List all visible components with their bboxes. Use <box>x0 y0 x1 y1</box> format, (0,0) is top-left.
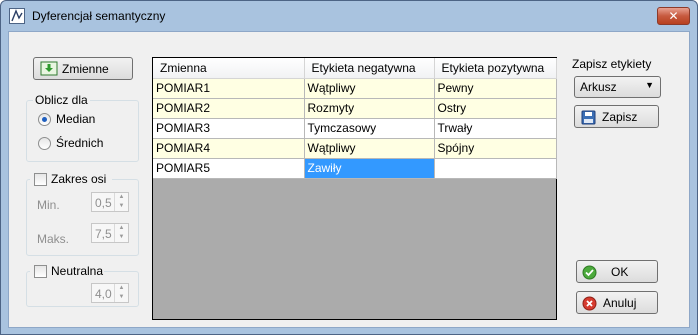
min-label: Min. <box>37 198 60 212</box>
labels-grid[interactable]: Zmienna Etykieta negatywna Etykieta pozy… <box>152 57 557 320</box>
checkmark-icon <box>582 265 597 280</box>
dialog-window: Dyferencjał semantyczny ✕ Zmienne Oblicz… <box>0 0 698 335</box>
title-bar[interactable]: Dyferencjał semantyczny ✕ <box>1 1 697 31</box>
compute-for-group: Oblicz dla <box>26 93 139 162</box>
variables-button[interactable]: Zmienne <box>33 57 133 80</box>
cell-variable[interactable]: POMIAR2 <box>153 98 305 119</box>
column-header-positive[interactable]: Etykieta pozytywna <box>434 58 557 79</box>
cell-variable[interactable]: POMIAR1 <box>153 78 305 99</box>
cancel-icon <box>582 296 597 311</box>
cell-negative-selected[interactable]: Zawiły <box>304 158 435 179</box>
neutral-spinner[interactable]: 4,0 ▲ ▼ <box>91 283 129 303</box>
neutral-value: 4,0 <box>95 287 112 301</box>
max-spinner[interactable]: 7,5 ▲ ▼ <box>91 223 129 243</box>
axis-range-checkbox[interactable] <box>34 173 47 186</box>
min-value: 0,5 <box>95 196 112 210</box>
radio-median-label: Median <box>56 112 96 126</box>
min-spinner[interactable]: 0,5 ▲ ▼ <box>91 192 129 212</box>
cell-negative[interactable]: Wątpliwy <box>304 138 435 159</box>
max-label: Maks. <box>37 232 70 246</box>
column-header-negative[interactable]: Etykieta negatywna <box>304 58 435 79</box>
cell-variable[interactable]: POMIAR5 <box>153 158 305 179</box>
max-value: 7,5 <box>95 227 112 241</box>
compute-for-caption: Oblicz dla <box>33 93 90 107</box>
cell-positive[interactable]: Ostry <box>434 98 557 119</box>
save-target-select[interactable]: Arkusz ▼ <box>574 76 661 98</box>
variables-button-label: Zmienne <box>62 62 109 76</box>
radio-means-label: Średnich <box>56 136 104 150</box>
cell-variable[interactable]: POMIAR4 <box>153 138 305 159</box>
neutral-caption: Neutralna <box>51 264 104 278</box>
cancel-button[interactable]: Anuluj <box>576 291 658 314</box>
cell-positive[interactable]: Spójny <box>434 138 557 159</box>
cell-negative[interactable]: Wątpliwy <box>304 78 435 99</box>
dialog-body: Zmienne Oblicz dla Median Średnich Zakre… <box>8 31 690 328</box>
min-spinner-arrows[interactable]: ▲ ▼ <box>114 193 128 211</box>
app-icon <box>9 8 25 24</box>
close-button[interactable]: ✕ <box>657 7 690 25</box>
column-header-variable[interactable]: Zmienna <box>153 58 305 79</box>
cell-negative[interactable]: Rozmyty <box>304 98 435 119</box>
neutral-spinner-arrows[interactable]: ▲ ▼ <box>114 284 128 302</box>
table-row[interactable]: POMIAR5 Zawiły <box>153 158 557 179</box>
table-row[interactable]: POMIAR3 Tymczasowy Trwały <box>153 118 557 139</box>
axis-range-caption: Zakres osi <box>51 172 107 186</box>
save-labels-caption: Zapisz etykiety <box>572 57 652 71</box>
cell-positive[interactable] <box>434 158 557 179</box>
cell-negative[interactable]: Tymczasowy <box>304 118 435 139</box>
radio-median[interactable] <box>38 113 51 126</box>
grid-header-row: Zmienna Etykieta negatywna Etykieta pozy… <box>153 58 557 79</box>
cell-positive[interactable]: Pewny <box>434 78 557 99</box>
table-row[interactable]: POMIAR4 Wątpliwy Spójny <box>153 138 557 159</box>
window-title: Dyferencjał semantyczny <box>32 9 166 23</box>
ok-button-label: OK <box>611 265 629 279</box>
save-button-label: Zapisz <box>602 110 638 124</box>
floppy-disk-icon <box>581 110 596 125</box>
max-spinner-arrows[interactable]: ▲ ▼ <box>114 224 128 242</box>
cancel-button-label: Anuluj <box>603 296 637 310</box>
cell-positive[interactable]: Trwały <box>434 118 557 139</box>
close-icon: ✕ <box>668 9 679 23</box>
variables-icon <box>40 61 58 76</box>
neutral-checkbox[interactable] <box>34 265 47 278</box>
save-target-value: Arkusz <box>580 80 617 94</box>
chevron-down-icon: ▼ <box>645 80 654 90</box>
table-row[interactable]: POMIAR1 Wątpliwy Pewny <box>153 78 557 99</box>
save-button[interactable]: Zapisz <box>574 105 659 128</box>
radio-means[interactable] <box>38 137 51 150</box>
ok-button[interactable]: OK <box>576 260 658 283</box>
table-row[interactable]: POMIAR2 Rozmyty Ostry <box>153 98 557 119</box>
cell-variable[interactable]: POMIAR3 <box>153 118 305 139</box>
